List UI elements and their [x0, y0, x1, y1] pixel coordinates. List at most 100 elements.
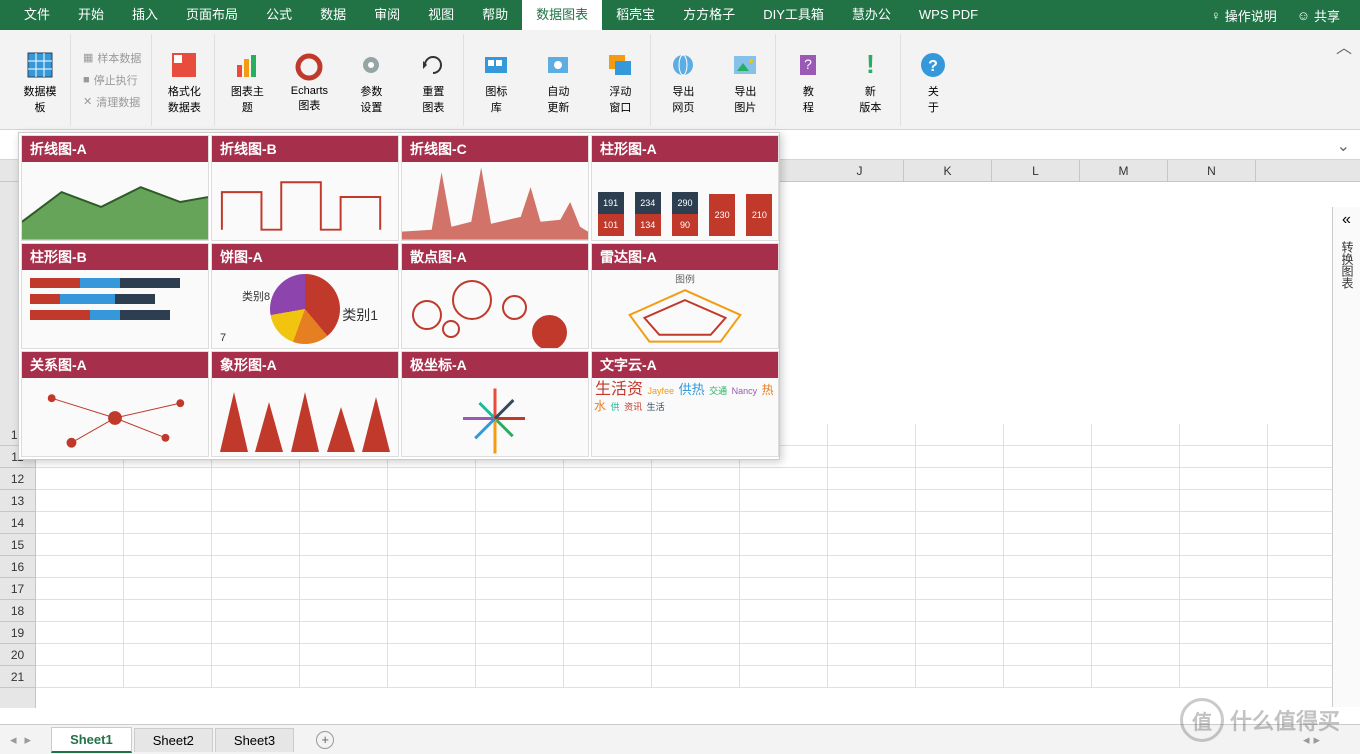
cell[interactable]: [388, 622, 476, 644]
cell[interactable]: [828, 622, 916, 644]
cell[interactable]: [212, 578, 300, 600]
sample-data-button[interactable]: ▦样本数据: [79, 48, 145, 68]
stop-exec-button[interactable]: ■停止执行: [79, 70, 145, 90]
cell[interactable]: [1180, 446, 1268, 468]
cell[interactable]: [1004, 534, 1092, 556]
data-template-button[interactable]: 数据模 板: [16, 45, 64, 115]
cell[interactable]: [564, 666, 652, 688]
cell[interactable]: [1180, 666, 1268, 688]
cell[interactable]: [212, 644, 300, 666]
cell[interactable]: [828, 600, 916, 622]
cell[interactable]: [36, 600, 124, 622]
cell[interactable]: [564, 534, 652, 556]
cell[interactable]: [652, 666, 740, 688]
cell[interactable]: [828, 534, 916, 556]
cell[interactable]: [916, 644, 1004, 666]
sheet-tab-2[interactable]: Sheet2: [134, 728, 213, 752]
export-img-button[interactable]: 导出 图片: [721, 45, 769, 115]
cell[interactable]: [388, 512, 476, 534]
cell[interactable]: [652, 644, 740, 666]
cell[interactable]: [652, 490, 740, 512]
cell[interactable]: [300, 666, 388, 688]
row-header[interactable]: 12: [0, 468, 35, 490]
cell[interactable]: [652, 468, 740, 490]
cell[interactable]: [828, 666, 916, 688]
cell[interactable]: [828, 644, 916, 666]
menu-diy-tools[interactable]: DIY工具箱: [749, 0, 838, 30]
cell[interactable]: [916, 556, 1004, 578]
cell[interactable]: [564, 490, 652, 512]
template-bar-a[interactable]: 柱形图-A 191101 234134 29090 230 210: [591, 135, 779, 241]
template-bar-b[interactable]: 柱形图-B: [21, 243, 209, 349]
col-header[interactable]: N: [1168, 160, 1256, 181]
cell[interactable]: [1092, 468, 1180, 490]
cell[interactable]: [916, 534, 1004, 556]
cell[interactable]: [476, 468, 564, 490]
tutorial-button[interactable]: ?教 程: [784, 45, 832, 115]
cell[interactable]: [564, 578, 652, 600]
cell[interactable]: [124, 468, 212, 490]
cell[interactable]: [828, 424, 916, 446]
menu-formula[interactable]: 公式: [252, 0, 306, 30]
cell[interactable]: [740, 490, 828, 512]
add-sheet-button[interactable]: +: [316, 731, 334, 749]
menu-insert[interactable]: 插入: [118, 0, 172, 30]
cell[interactable]: [740, 512, 828, 534]
cell[interactable]: [300, 534, 388, 556]
cell[interactable]: [388, 556, 476, 578]
cell[interactable]: [124, 600, 212, 622]
cell[interactable]: [36, 512, 124, 534]
menu-data-chart[interactable]: 数据图表: [522, 0, 602, 30]
cell[interactable]: [1092, 446, 1180, 468]
cell[interactable]: [916, 600, 1004, 622]
clean-data-button[interactable]: ✕清理数据: [79, 92, 145, 112]
cell[interactable]: [300, 512, 388, 534]
cell[interactable]: [36, 666, 124, 688]
menu-file[interactable]: 文件: [10, 0, 64, 30]
cell[interactable]: [1092, 600, 1180, 622]
row-header[interactable]: 19: [0, 622, 35, 644]
menu-huiban[interactable]: 慧办公: [838, 0, 905, 30]
auto-update-button[interactable]: 自动 更新: [534, 45, 582, 115]
cell[interactable]: [1004, 490, 1092, 512]
cell[interactable]: [1004, 666, 1092, 688]
cell[interactable]: [388, 468, 476, 490]
cell[interactable]: [652, 600, 740, 622]
row-header[interactable]: 16: [0, 556, 35, 578]
cell[interactable]: [36, 578, 124, 600]
cell[interactable]: [1004, 446, 1092, 468]
share-button[interactable]: ☺共享: [1287, 6, 1350, 25]
cell[interactable]: [1004, 600, 1092, 622]
formula-expand-icon[interactable]: ⌄: [1337, 136, 1350, 156]
template-wordcloud-a[interactable]: 文字云-A 生活资 Jayfee 供热 交通 Nancy 热水 供 资讯 生活: [591, 351, 779, 457]
cell[interactable]: [652, 512, 740, 534]
help-button[interactable]: ♀操作说明: [1201, 6, 1287, 25]
cell[interactable]: [36, 534, 124, 556]
cell[interactable]: [36, 622, 124, 644]
template-network-a[interactable]: 关系图-A: [21, 351, 209, 457]
cell[interactable]: [916, 666, 1004, 688]
cell[interactable]: [124, 644, 212, 666]
cell[interactable]: [1092, 490, 1180, 512]
cell[interactable]: [300, 622, 388, 644]
cell[interactable]: [124, 556, 212, 578]
col-header[interactable]: L: [992, 160, 1080, 181]
menu-help[interactable]: 帮助: [468, 0, 522, 30]
cell[interactable]: [740, 644, 828, 666]
format-table-button[interactable]: 格式化 数据表: [160, 45, 208, 115]
menu-data[interactable]: 数据: [306, 0, 360, 30]
row-header[interactable]: 14: [0, 512, 35, 534]
cell[interactable]: [1092, 644, 1180, 666]
row-header[interactable]: 21: [0, 666, 35, 688]
cell[interactable]: [300, 490, 388, 512]
cell[interactable]: [564, 468, 652, 490]
cell[interactable]: [564, 556, 652, 578]
cell[interactable]: [212, 666, 300, 688]
cell[interactable]: [212, 534, 300, 556]
cell[interactable]: [476, 644, 564, 666]
cell[interactable]: [300, 600, 388, 622]
cell[interactable]: [1092, 622, 1180, 644]
cell[interactable]: [916, 468, 1004, 490]
cell[interactable]: [1092, 512, 1180, 534]
cell[interactable]: [1004, 556, 1092, 578]
